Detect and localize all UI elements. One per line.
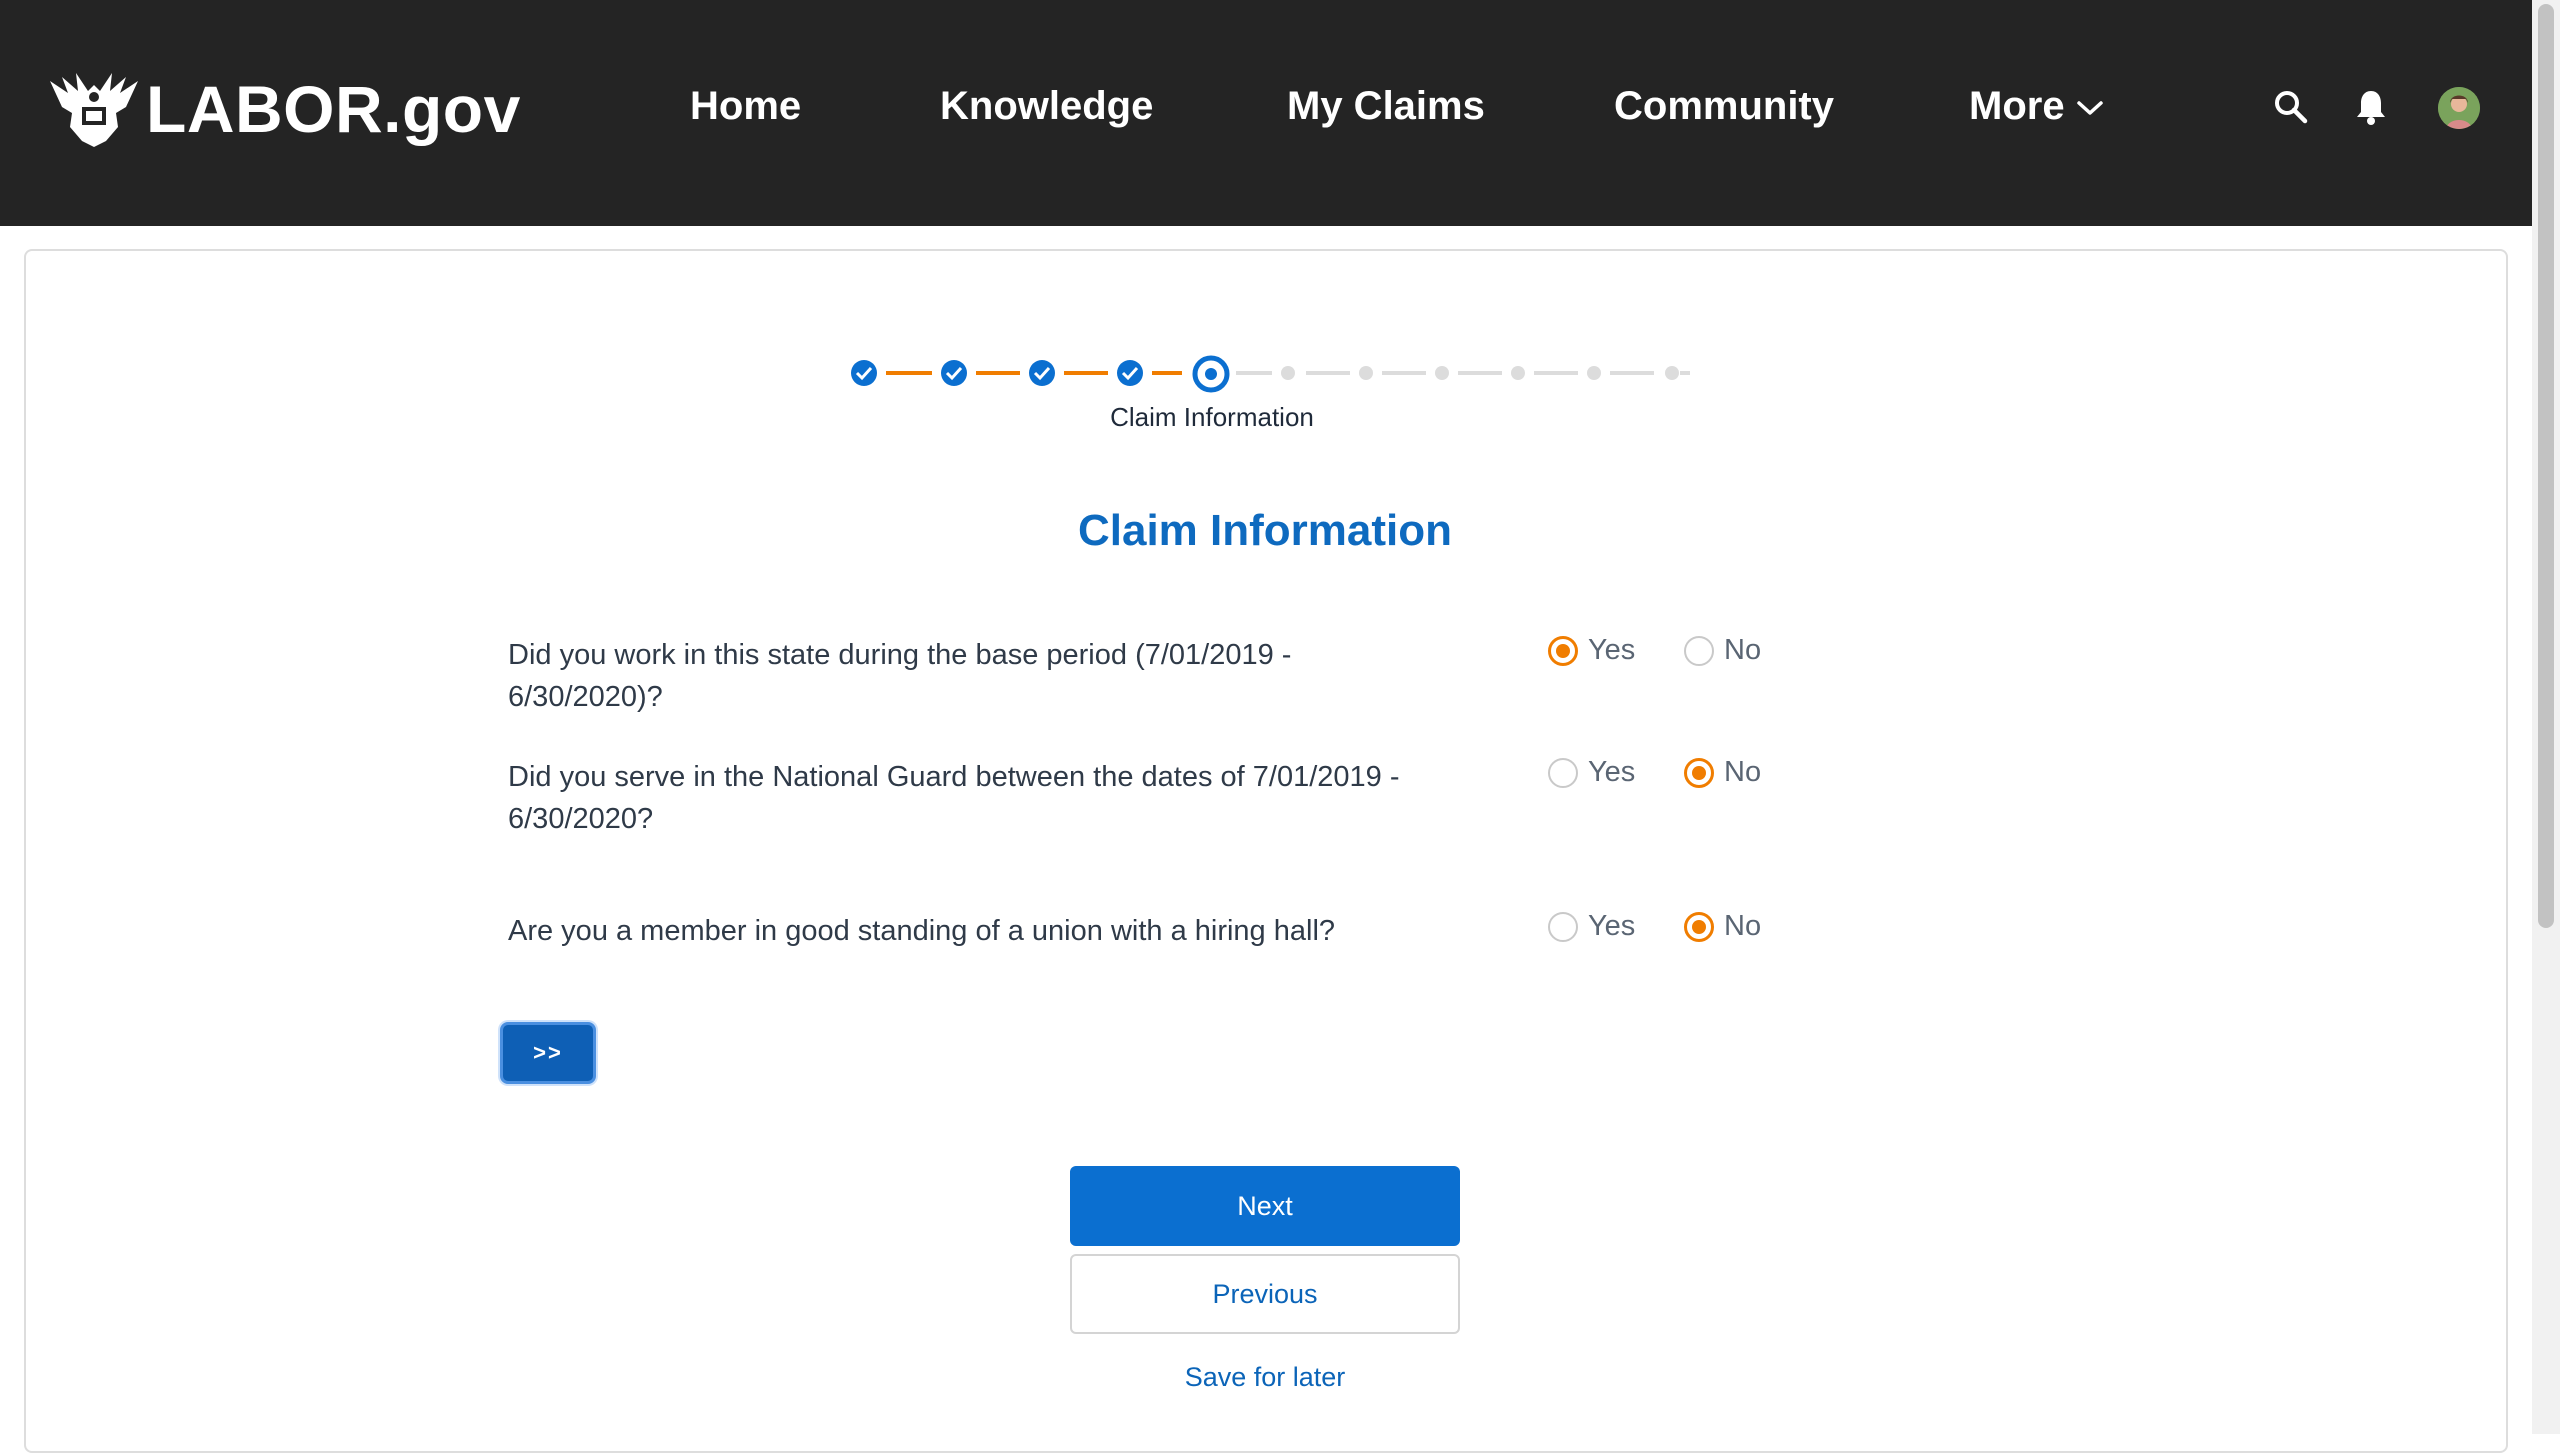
- skip-forward-button[interactable]: >>: [500, 1022, 596, 1084]
- q2-yes-radio[interactable]: Yes: [1548, 756, 1635, 789]
- q3-yes-radio[interactable]: Yes: [1548, 910, 1635, 943]
- next-button[interactable]: Next: [1070, 1166, 1460, 1246]
- step-8-icon: [1435, 366, 1449, 380]
- radio-checked-icon: [1548, 635, 1578, 666]
- progress-indicator: Claim Information: [0, 0, 2560, 460]
- step-3-complete-icon: [1029, 360, 1055, 386]
- previous-button[interactable]: Previous: [1070, 1254, 1460, 1334]
- q1-yes-radio[interactable]: Yes: [1548, 634, 1635, 667]
- radio-label: Yes: [1588, 634, 1636, 666]
- step-7-icon: [1359, 366, 1373, 380]
- step-1-complete-icon: [851, 360, 877, 386]
- radio-label: Yes: [1588, 756, 1636, 788]
- question-union-member: Are you a member in good standing of a u…: [508, 915, 1336, 947]
- step-9-icon: [1511, 366, 1525, 380]
- radio-checked-icon: [1684, 911, 1714, 942]
- current-step-label: Claim Information: [1110, 402, 1314, 432]
- radio-unchecked-icon: [1548, 911, 1578, 942]
- step-11-icon: [1665, 366, 1679, 380]
- progress-track: [851, 355, 1690, 393]
- q1-no-radio[interactable]: No: [1684, 634, 1761, 667]
- step-10-icon: [1587, 366, 1601, 380]
- save-for-later-link[interactable]: Save for later: [1070, 1362, 1460, 1393]
- step-2-complete-icon: [941, 360, 967, 386]
- radio-unchecked-icon: [1684, 635, 1714, 666]
- radio-label: No: [1724, 634, 1762, 666]
- q3-no-radio[interactable]: No: [1684, 910, 1761, 943]
- question-national-guard: Did you serve in the National Guard betw…: [508, 761, 1400, 835]
- q2-no-radio[interactable]: No: [1684, 756, 1761, 789]
- page-title: Claim Information: [1077, 506, 1453, 555]
- radio-label: No: [1724, 756, 1762, 788]
- radio-label: Yes: [1588, 910, 1636, 942]
- radio-unchecked-icon: [1548, 757, 1578, 788]
- step-6-icon: [1281, 366, 1295, 380]
- radio-checked-icon: [1684, 757, 1714, 788]
- step-4-complete-icon: [1117, 360, 1143, 386]
- question-base-period: Did you work in this state during the ba…: [508, 639, 1292, 713]
- step-5-current-icon: [1192, 355, 1230, 393]
- radio-label: No: [1724, 910, 1762, 942]
